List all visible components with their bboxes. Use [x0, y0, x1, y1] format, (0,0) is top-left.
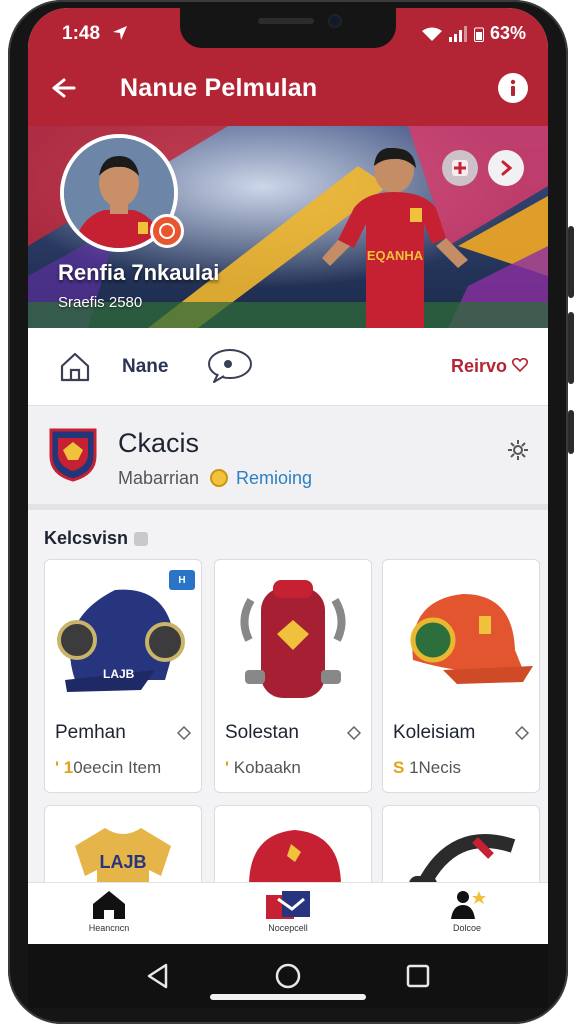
chat-bubble-icon[interactable]: [206, 348, 254, 384]
item-tag: H: [169, 570, 195, 590]
back-arrow-icon[interactable]: [46, 72, 78, 104]
next-button[interactable]: [488, 150, 524, 186]
page-title: Nanue Pelmulan: [120, 74, 318, 102]
item-subtitle: S 1Necis: [393, 758, 461, 778]
diamond-icon: [515, 726, 529, 740]
item-subtitle: ' Kobaakn: [225, 758, 301, 778]
diamond-icon: [177, 726, 191, 740]
phone-frame: 1:48 63% Nanue Pelmulan EQANHA Renfia 7n…: [0, 0, 576, 1024]
backpack-red-icon: [240, 580, 346, 698]
collection-heading-label: Kelcsvisn: [44, 528, 129, 548]
item-subtitle-text: Kobaakn: [229, 758, 301, 777]
collection-heading: Kelcsvisn: [44, 528, 149, 549]
bottom-nav-shop[interactable]: Nocepcell: [233, 889, 343, 943]
coin-icon: [210, 469, 228, 487]
item-title: Koleisiam: [393, 722, 476, 743]
svg-text:LAJB: LAJB: [99, 852, 146, 872]
chevron-right-icon: [501, 160, 513, 176]
notch: [180, 8, 396, 48]
nav-right-label: Reirvo: [450, 356, 507, 376]
home-indicator[interactable]: [210, 994, 366, 1000]
item-subtitle: ' 10eecin Item: [55, 758, 161, 778]
home-circle-icon[interactable]: [274, 962, 302, 990]
bottom-nav-label: Nocepcell: [268, 923, 308, 933]
bottom-nav-player[interactable]: Dolcoe: [412, 889, 522, 943]
wifi-icon: [421, 27, 442, 41]
hero-banner: EQANHA Renfia 7nkaulai Sraefis 2580: [28, 126, 548, 328]
gear-icon[interactable]: [506, 438, 530, 462]
flag-icon: [452, 160, 468, 176]
shop-icon: [266, 891, 310, 919]
club-link[interactable]: Remioing: [236, 468, 312, 489]
collection-card[interactable]: Solestan ' Kobaakn: [214, 559, 372, 793]
back-triangle-icon[interactable]: [144, 962, 172, 990]
item-subtitle-text: 1Necis: [404, 758, 462, 777]
info-button[interactable]: [498, 73, 528, 103]
info-icon: [510, 79, 516, 96]
status-time: 1:48: [62, 23, 101, 44]
bottom-nav-label: Heancncn: [88, 923, 130, 933]
club-card[interactable]: Ckacis Mabarrian Remioing: [28, 408, 548, 510]
screen: 1:48 63% Nanue Pelmulan EQANHA Renfia 7n…: [28, 8, 548, 944]
home-outline-icon[interactable]: [58, 350, 92, 384]
club-subtitle: Mabarrian: [118, 468, 200, 488]
battery-icon: [473, 27, 484, 42]
volume-button: [568, 226, 574, 298]
crest-badge-icon: [159, 223, 175, 239]
flag-button[interactable]: [442, 150, 478, 186]
bottom-nav: Heancncn Nocepcell Dolcoe: [28, 882, 548, 944]
status-right: 63%: [421, 23, 526, 44]
nav-row: Nane Reirvo: [28, 328, 548, 406]
nav-home-label[interactable]: Nane: [122, 356, 168, 378]
side-button: [568, 410, 574, 454]
diamond-icon: [347, 726, 361, 740]
item-subtitle-prefix: S: [393, 758, 405, 777]
svg-text:LAJB: LAJB: [103, 667, 135, 681]
battery-percent: 63%: [489, 23, 526, 43]
player-icon: [451, 891, 486, 919]
club-crest-icon: [49, 428, 97, 482]
item-title: Solestan: [225, 722, 299, 743]
power-button: [568, 312, 574, 384]
bottom-nav-home[interactable]: Heancncn: [54, 889, 164, 943]
collection-card[interactable]: LAJB H Pemhan ' 10eecin Item: [44, 559, 202, 793]
signal-icon: [448, 25, 467, 42]
location-arrow-icon: [113, 26, 127, 40]
hero-player-name: Renfia 7nkaulai: [58, 260, 220, 285]
heart-icon: [511, 357, 529, 373]
avatar-badge: [150, 214, 184, 248]
item-title: Pemhan: [55, 722, 126, 743]
system-nav-bar: [28, 944, 548, 1008]
hero-player-subtitle: Sraefis 2580: [58, 294, 143, 311]
info-badge-icon: [134, 531, 149, 546]
jersey-text: EQANHA: [367, 248, 424, 263]
nav-right-link[interactable]: Reirvo: [450, 356, 529, 377]
item-subtitle-text: 0eecin Item: [73, 758, 162, 777]
home-icon: [93, 891, 125, 919]
cap-orange-headphones-icon: [410, 594, 533, 684]
item-subtitle-prefix: ' 1: [55, 758, 74, 777]
recents-square-icon[interactable]: [404, 962, 432, 990]
collection-card[interactable]: Koleisiam S 1Necis: [382, 559, 540, 793]
bottom-nav-label: Dolcoe: [452, 923, 481, 933]
club-title: Ckacis: [118, 428, 200, 458]
